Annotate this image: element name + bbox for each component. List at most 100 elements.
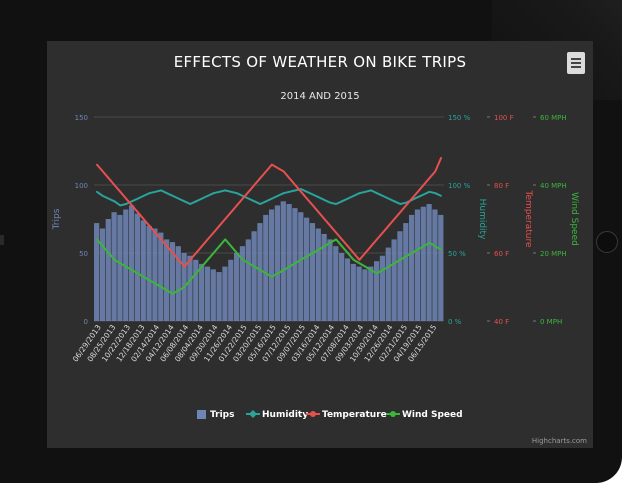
- trips-bar: [391, 239, 397, 321]
- humidity-axis-title: Humidity: [477, 199, 487, 240]
- trips-bar: [187, 255, 193, 321]
- temperature-point: [119, 190, 122, 193]
- wind-speed-point: [247, 262, 250, 265]
- wind-speed-point: [148, 279, 151, 282]
- humidity-point: [96, 190, 98, 193]
- chart-menu-button[interactable]: [567, 52, 585, 74]
- legend-item-label[interactable]: Humidity: [262, 410, 308, 420]
- wind-speed-point: [206, 258, 209, 261]
- humidity-point: [212, 192, 215, 195]
- temperature-point: [294, 184, 297, 186]
- wind-speed-point: [393, 262, 396, 265]
- humidity-point: [416, 196, 419, 199]
- humidity-tick-label: 0 %: [448, 318, 462, 326]
- wind-speed-point: [300, 258, 302, 261]
- legend-item-label[interactable]: Wind Speed: [402, 410, 463, 420]
- wind-speed-point: [370, 269, 372, 271]
- wind-speed-point: [335, 238, 337, 241]
- humidity-point: [265, 200, 267, 203]
- credit-text[interactable]: Highcharts.com: [532, 437, 587, 445]
- temperature-point: [376, 238, 378, 241]
- chart: EFFECTS OF WEATHER ON BIKE TRIPS 2014 AN…: [52, 53, 587, 445]
- wind-speed-point: [381, 269, 384, 271]
- wind-speed-point: [201, 265, 203, 268]
- humidity-point: [177, 197, 180, 200]
- trips-bar: [339, 253, 345, 321]
- trips-bar: [245, 239, 251, 321]
- trips-bar: [129, 205, 135, 321]
- humidity-point: [317, 196, 320, 199]
- temperature-point: [311, 204, 314, 207]
- temperature-point: [148, 224, 151, 227]
- humidity-point: [113, 200, 116, 203]
- temperature-point: [271, 163, 273, 166]
- wind-tick-label: 60 MPH: [540, 114, 567, 122]
- trips-bar: [327, 239, 333, 321]
- temperature-point: [352, 252, 355, 254]
- wind-speed-point: [131, 269, 133, 271]
- wind-speed-point: [276, 272, 279, 275]
- wind-speed-point: [253, 265, 256, 268]
- humidity-point: [341, 200, 343, 203]
- humidity-tick-label: 150 %: [448, 114, 471, 122]
- temperature-point: [335, 231, 337, 234]
- trips-bar: [333, 246, 339, 321]
- temperature-point: [387, 224, 390, 227]
- temperature-point: [399, 211, 402, 214]
- humidity-point: [253, 200, 256, 203]
- humidity-point: [206, 194, 209, 197]
- temperature-point: [236, 204, 238, 207]
- wind-speed-point: [160, 286, 162, 288]
- wind-speed-point: [195, 272, 197, 275]
- humidity-point: [364, 190, 367, 193]
- temperature-point: [341, 238, 343, 241]
- temperature-tick-label: 40 F: [494, 318, 509, 326]
- trips-axis-title: Trips: [52, 208, 62, 230]
- temperature-point: [171, 252, 174, 254]
- temperature-point: [370, 245, 372, 248]
- wind-speed-point: [177, 289, 180, 292]
- wind-speed-point: [241, 258, 244, 261]
- humidity-point: [247, 197, 250, 200]
- temperature-point: [107, 177, 110, 180]
- legend-item-label[interactable]: Trips: [210, 410, 234, 420]
- temperature-point: [136, 211, 139, 214]
- temperature-point: [434, 170, 437, 173]
- humidity-point: [171, 194, 174, 197]
- trips-bar: [309, 223, 316, 321]
- trips-bar: [117, 214, 123, 321]
- wind-speed-point: [107, 252, 110, 254]
- wind-speed-point: [317, 248, 320, 251]
- trips-bar: [438, 214, 444, 321]
- humidity-point: [154, 190, 157, 193]
- trips-bar: [356, 266, 362, 321]
- temperature-point: [160, 238, 162, 241]
- temperature-point: [405, 204, 407, 207]
- trips-tick-label: 150: [75, 114, 88, 122]
- trips-bar: [414, 209, 421, 321]
- trips-tick-label: 0: [84, 318, 88, 326]
- humidity-point: [352, 194, 355, 197]
- wind-speed-point: [288, 265, 291, 268]
- wind-speed-point: [341, 245, 343, 248]
- trips-bar: [111, 212, 117, 321]
- trips-bar: [298, 212, 304, 321]
- wind-speed-point: [101, 245, 104, 248]
- wind-speed-point: [346, 252, 349, 254]
- trips-bar: [432, 209, 438, 321]
- temperature-point: [259, 177, 262, 180]
- humidity-point: [136, 197, 139, 200]
- legend-item-label[interactable]: Temperature: [322, 410, 387, 420]
- wind-tick-label: 0 MPH: [540, 318, 562, 326]
- trips-bar: [152, 228, 158, 321]
- trips-bar: [263, 214, 269, 321]
- trips-bar: [315, 228, 321, 321]
- wind-speed-point: [416, 248, 419, 251]
- trips-bar: [134, 213, 141, 321]
- tablet-frame: EFFECTS OF WEATHER ON BIKE TRIPS 2014 AN…: [0, 0, 622, 483]
- trips-bar: [228, 259, 234, 321]
- trips-bar: [344, 258, 351, 321]
- home-button[interactable]: [596, 231, 618, 253]
- humidity-point: [282, 192, 285, 195]
- legend-marker: [310, 411, 316, 417]
